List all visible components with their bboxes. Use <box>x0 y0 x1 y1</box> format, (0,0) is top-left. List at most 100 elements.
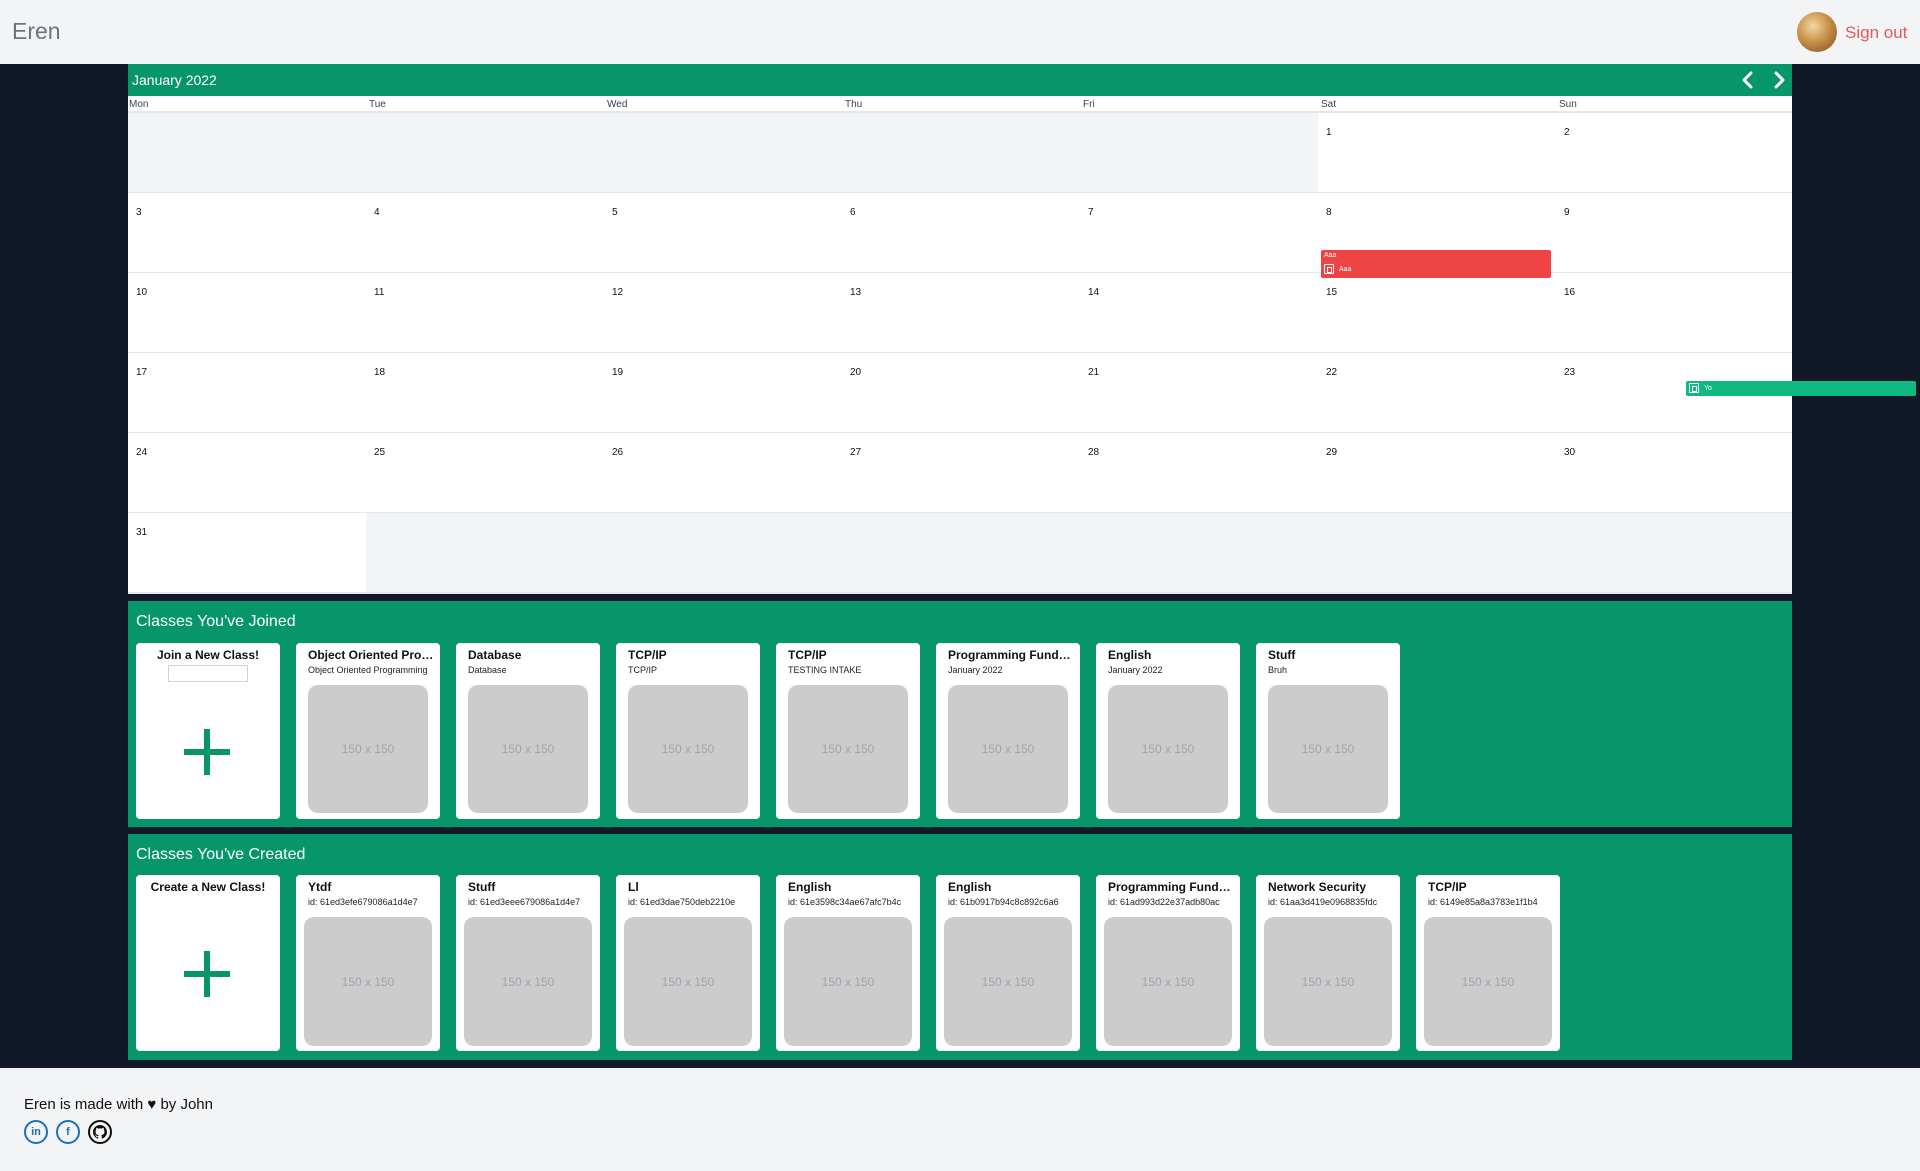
weekday-label: Thu <box>845 99 863 110</box>
plus-icon[interactable] <box>184 951 230 997</box>
calendar-day-cell[interactable]: 17 <box>128 353 366 432</box>
calendar-day-cell[interactable]: 21 <box>1080 353 1318 432</box>
calendar-day-cell[interactable]: 31 <box>128 513 366 592</box>
facebook-icon[interactable]: f <box>56 1120 80 1144</box>
class-card[interactable]: Object Oriented Programming Object Orient… <box>296 643 440 819</box>
day-number: 17 <box>136 367 148 378</box>
calendar-day-cell[interactable]: 27 <box>842 433 1080 512</box>
calendar-cell-empty <box>604 513 842 592</box>
day-number: 31 <box>136 527 148 538</box>
class-card[interactable]: English January 2022 150 x 150 <box>1096 643 1240 819</box>
avatar[interactable] <box>1797 12 1837 52</box>
calendar-day-cell[interactable]: 15 <box>1318 273 1556 352</box>
social-links: in f <box>24 1120 112 1144</box>
class-name: Stuff <box>1268 648 1296 662</box>
class-subtitle: Object Oriented Programming <box>308 665 428 675</box>
github-icon[interactable] <box>88 1120 112 1144</box>
class-name: Network Security <box>1268 880 1367 894</box>
class-thumbnail: 150 x 150 <box>1424 917 1552 1046</box>
class-subtitle: January 2022 <box>948 665 1003 675</box>
book-icon <box>1689 383 1699 393</box>
class-name: English <box>1108 648 1152 662</box>
calendar-day-cell[interactable]: 6 <box>842 193 1080 272</box>
class-card[interactable]: TCP/IP TCP/IP 150 x 150 <box>616 643 760 819</box>
calendar-day-cell[interactable]: 1 <box>1318 113 1556 192</box>
event-title: Yo <box>1704 384 1712 392</box>
class-thumbnail: 150 x 150 <box>788 685 908 813</box>
calendar-day-cell[interactable]: 5 <box>604 193 842 272</box>
class-subtitle: id: 61b0917b94c8c892c6a6 <box>948 897 1059 907</box>
weekday-header-row: Mon Tue Wed Thu Fri Sat Sun <box>128 96 1792 112</box>
class-card[interactable]: Stuff Bruh 150 x 150 <box>1256 643 1400 819</box>
day-number: 2 <box>1564 127 1570 138</box>
class-card[interactable]: English id: 61b0917b94c8c892c6a6 150 x 150 <box>936 875 1080 1051</box>
class-card[interactable]: Stuff id: 61ed3eee679086a1d4e7 150 x 150 <box>456 875 600 1051</box>
class-card[interactable]: Programming Fundamentals id: 61ad993d22e3… <box>1096 875 1240 1051</box>
calendar-day-cell[interactable]: 14 <box>1080 273 1318 352</box>
calendar-day-cell[interactable]: 7 <box>1080 193 1318 272</box>
brand-logo[interactable]: Eren <box>12 18 61 45</box>
calendar-day-cell[interactable]: 30 <box>1556 433 1792 512</box>
class-name: Database <box>468 648 522 662</box>
class-card[interactable]: TCP/IP TESTING INTAKE 150 x 150 <box>776 643 920 819</box>
class-thumbnail: 150 x 150 <box>628 685 748 813</box>
calendar-day-cell[interactable]: 10 <box>128 273 366 352</box>
day-number: 9 <box>1564 207 1570 218</box>
class-name: English <box>788 880 832 894</box>
class-card[interactable]: English id: 61e3598c34ae67afc7b4c 150 x 15… <box>776 875 920 1051</box>
classes-joined-section: Classes You've Joined Join a New Class! … <box>128 601 1792 827</box>
create-class-card[interactable]: Create a New Class! <box>136 875 280 1051</box>
linkedin-icon[interactable]: in <box>24 1120 48 1144</box>
class-card[interactable]: Ll id: 61ed3dae750deb2210e 150 x 150 <box>616 875 760 1051</box>
class-subtitle: id: 61ad993d22e37adb80ac <box>1108 897 1220 907</box>
calendar-cell-empty <box>1556 513 1792 592</box>
calendar-day-cell[interactable]: 13 <box>842 273 1080 352</box>
day-number: 22 <box>1326 367 1338 378</box>
calendar-grid: 1 2 3 4 5 6 7 8 9 10 11 12 13 14 15 16 17 18 19 20 21 22 23 24 2… <box>128 113 1792 594</box>
calendar-cell-empty <box>604 113 842 192</box>
day-number: 27 <box>850 447 862 458</box>
calendar-event[interactable]: Yo <box>1686 381 1916 396</box>
calendar-day-cell[interactable]: 28 <box>1080 433 1318 512</box>
calendar-day-cell[interactable]: 16 <box>1556 273 1792 352</box>
day-number: 4 <box>374 207 380 218</box>
class-card[interactable]: Programming Fundamentals January 2022 150 … <box>936 643 1080 819</box>
class-card[interactable]: Ytdf id: 61ed3efe679086a1d4e7 150 x 150 <box>296 875 440 1051</box>
chevron-right-icon[interactable] <box>1767 68 1791 92</box>
day-number: 7 <box>1088 207 1094 218</box>
day-number: 25 <box>374 447 386 458</box>
class-card[interactable]: TCP/IP id: 6149e85a8a3783e1f1b4 150 x 150 <box>1416 875 1560 1051</box>
calendar-day-cell[interactable]: 26 <box>604 433 842 512</box>
calendar-day-cell[interactable]: 18 <box>366 353 604 432</box>
calendar-day-cell[interactable]: 20 <box>842 353 1080 432</box>
calendar-day-cell[interactable]: 19 <box>604 353 842 432</box>
event-title-row: Yo <box>1689 383 1712 393</box>
calendar-day-cell[interactable]: 25 <box>366 433 604 512</box>
class-card[interactable]: Network Security id: 61aa3d419e0968835fdc… <box>1256 875 1400 1051</box>
calendar-day-cell[interactable]: 12 <box>604 273 842 352</box>
calendar-day-cell[interactable]: 24 <box>128 433 366 512</box>
calendar-day-cell[interactable]: 2 <box>1556 113 1792 192</box>
class-code-input[interactable] <box>168 665 248 682</box>
section-title: Classes You've Joined <box>136 613 296 630</box>
day-number: 11 <box>374 287 385 298</box>
calendar-day-cell[interactable]: 4 <box>366 193 604 272</box>
calendar-day-cell[interactable]: 29 <box>1318 433 1556 512</box>
join-class-card[interactable]: Join a New Class! <box>136 643 280 819</box>
plus-icon[interactable] <box>184 729 230 775</box>
top-header: Eren Sign out <box>0 0 1920 64</box>
class-name: Ll <box>628 880 639 894</box>
sign-out-link[interactable]: Sign out <box>1845 23 1907 43</box>
class-thumbnail: 150 x 150 <box>464 917 592 1046</box>
weekday-label: Wed <box>607 99 628 110</box>
calendar-day-cell[interactable]: 11 <box>366 273 604 352</box>
calendar: January 2022 Mon Tue Wed Thu Fri Sat Sun 12345… <box>128 64 1916 594</box>
class-thumbnail: 150 x 150 <box>1268 685 1388 813</box>
calendar-day-cell[interactable]: 9 <box>1556 193 1792 272</box>
chevron-left-icon[interactable] <box>1736 68 1760 92</box>
calendar-event[interactable]: Aaa Aaa <box>1321 250 1551 278</box>
calendar-day-cell[interactable]: 22 <box>1318 353 1556 432</box>
event-time-label: Aaa <box>1324 252 1337 259</box>
class-card[interactable]: Database Database 150 x 150 <box>456 643 600 819</box>
calendar-day-cell[interactable]: 3 <box>128 193 366 272</box>
